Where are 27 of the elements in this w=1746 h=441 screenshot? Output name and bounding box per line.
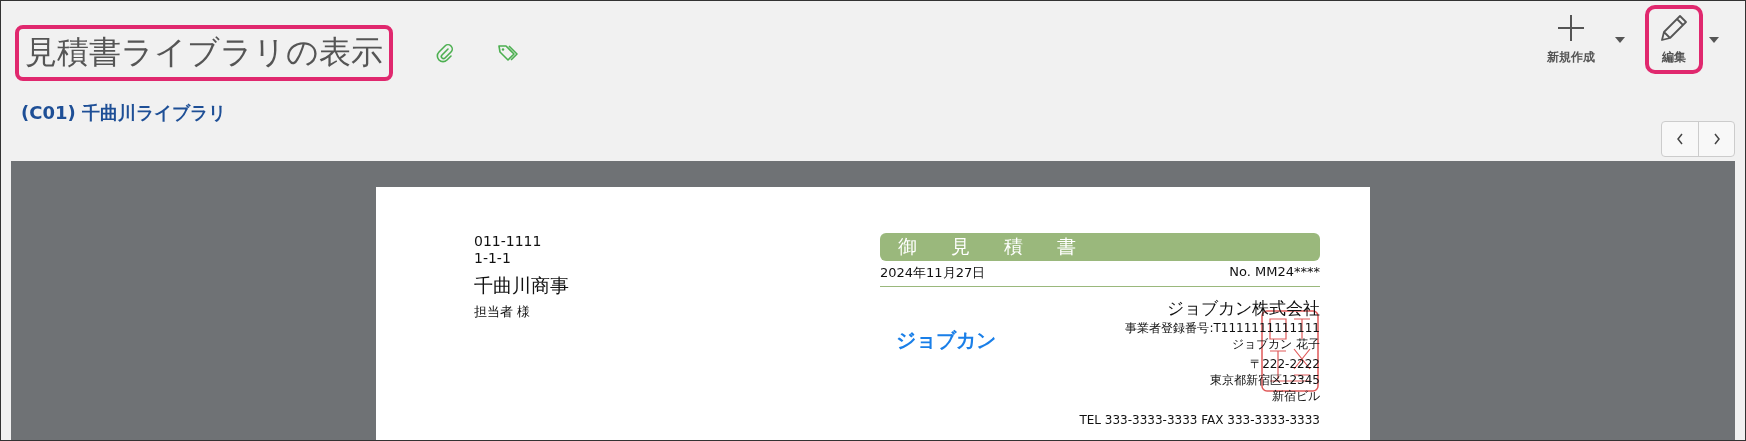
new-button[interactable]: 新規作成	[1533, 5, 1609, 74]
issuer-address: 東京都新宿区12345	[1208, 372, 1320, 388]
issuer-company: ジョブカン株式会社	[1166, 297, 1320, 320]
edit-button[interactable]: 編集	[1645, 5, 1703, 74]
chevron-right-icon	[1712, 133, 1721, 145]
issuer-building: 新宿ビル	[1271, 388, 1320, 404]
quote-number: No. MM24****	[1229, 264, 1320, 281]
dropdown-caret-icon[interactable]	[1709, 37, 1719, 43]
page-title: 見積書ライブラリの表示	[15, 25, 393, 81]
tag-icon[interactable]	[497, 43, 519, 63]
paperclip-icon[interactable]	[435, 43, 455, 63]
issue-date: 2024年11月27日	[880, 264, 986, 282]
registration-number: 事業者登録番号:T1111111111111	[1124, 320, 1320, 336]
document-title-bar: 御 見 積 書	[880, 233, 1320, 261]
contact-name: 担当者 様	[474, 303, 532, 321]
plus-icon	[1556, 13, 1586, 43]
phone-fax: TEL 333-3333-3333 FAX 333-3333-3333	[1079, 412, 1320, 428]
address: 1-1-1	[474, 250, 512, 267]
library-link[interactable]: (C01) 千曲川ライブラリ	[21, 101, 519, 125]
issuer-postal-code: 〒222-2222	[1249, 356, 1320, 372]
company-logo: ジョブカン	[896, 327, 996, 354]
dropdown-caret-icon[interactable]	[1615, 37, 1625, 43]
postal-code: 011-1111	[474, 233, 543, 250]
issuer-person: ジョブカン 花子	[1231, 336, 1320, 352]
pencil-icon	[1659, 13, 1689, 43]
chevron-left-icon	[1676, 133, 1684, 145]
customer-name: 千曲川商事	[474, 273, 570, 298]
